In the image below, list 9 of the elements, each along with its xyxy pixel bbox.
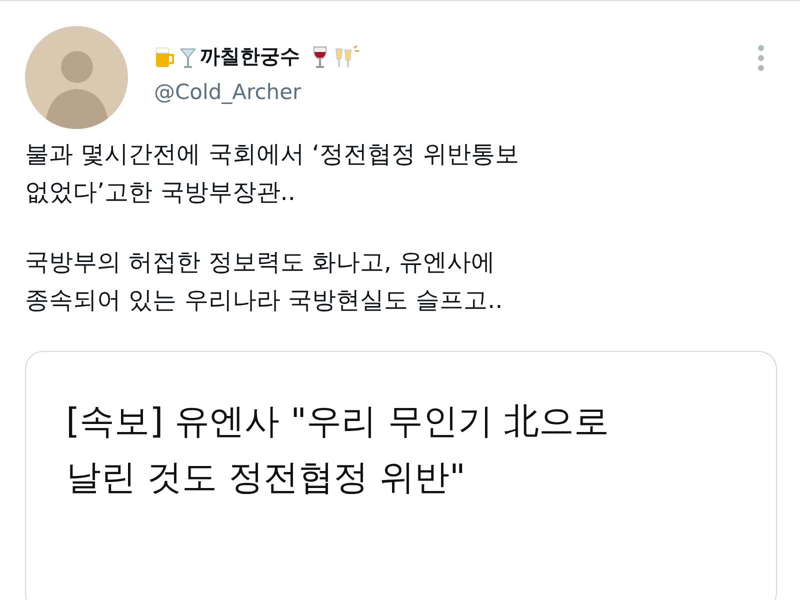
link-preview-card[interactable]: [속보] 유엔사 "우리 무인기 北으로 날린 것도 정전협정 위반" [25,351,777,600]
user-handle[interactable]: @Cold_Archer [154,80,302,104]
tweet-text: 국방부의 허접한 정보력도 화나고, 유엔사에 종속되어 있는 우리나라 국방현실도 슬프고.. [25,247,504,316]
beer-mug-icon [154,44,176,68]
news-headline: [속보] 유엔사 "우리 무인기 北으로 날린 것도 정전협정 위반" [66,401,610,500]
display-name[interactable]: 까칠한궁수 [200,43,300,70]
wine-glass-icon [311,44,329,68]
tweet-text: 불과 몇시간전에 국회에서 ‘정전협정 위반통보 없었다’고한 국방부장관.. [25,139,520,208]
more-options-icon[interactable] [757,45,765,71]
